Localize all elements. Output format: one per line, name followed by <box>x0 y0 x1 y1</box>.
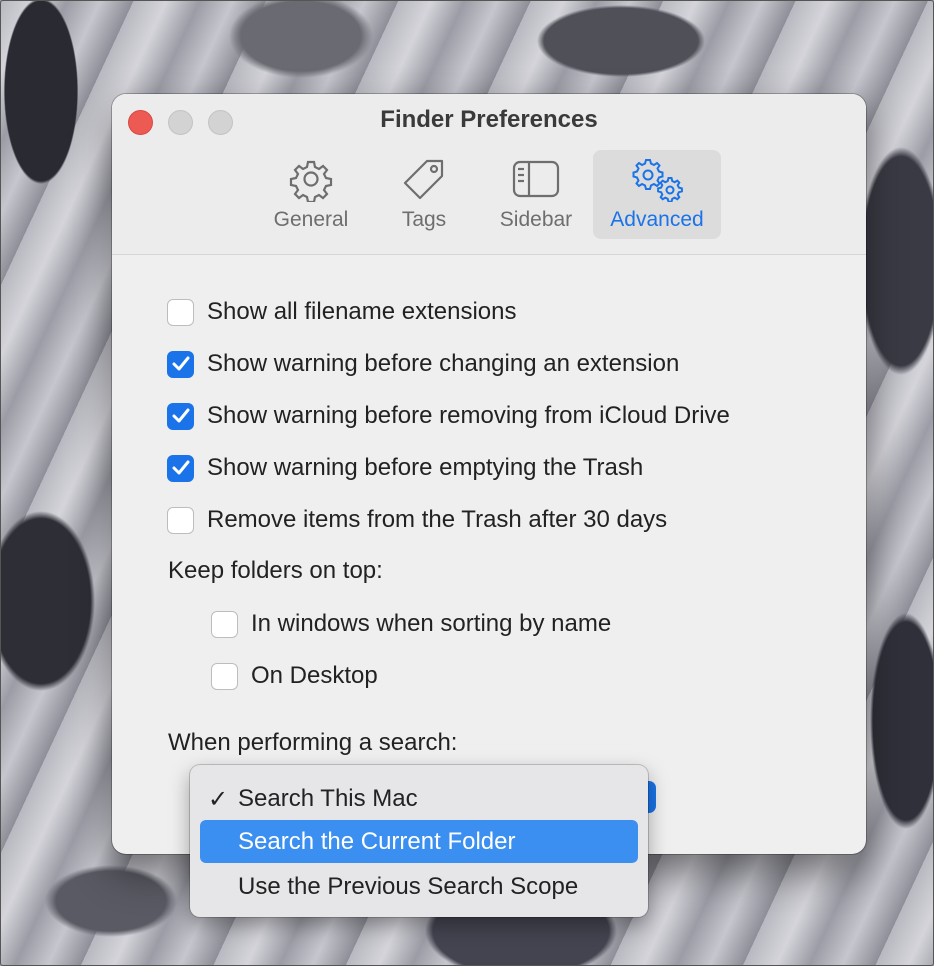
option-label: Show warning before emptying the Trash <box>207 454 644 481</box>
option-label: In windows when sorting by name <box>251 610 612 637</box>
option-warn-empty-trash[interactable]: Show warning before emptying the Trash <box>167 453 643 483</box>
checkbox[interactable] <box>167 454 194 482</box>
option-show-extensions[interactable]: Show all filename extensions <box>167 297 517 327</box>
gears-icon <box>632 159 683 202</box>
tab-advanced[interactable]: Advanced <box>593 150 721 239</box>
tag-icon <box>403 159 444 200</box>
keep-folders-heading: Keep folders on top: <box>168 557 383 584</box>
option-warn-change-extension[interactable]: Show warning before changing an extensio… <box>167 349 679 379</box>
checkmark-icon <box>172 356 189 371</box>
menu-item-search-this-mac[interactable]: ✓ Search This Mac <box>200 777 638 820</box>
option-label: On Desktop <box>251 662 378 689</box>
option-folders-top-desktop[interactable]: On Desktop <box>211 661 378 691</box>
toolbar: Finder Preferences General Tags Sidebar … <box>112 94 866 255</box>
checkbox[interactable] <box>211 610 238 638</box>
checkbox[interactable] <box>167 402 194 430</box>
gear-icon <box>289 160 333 202</box>
option-label: Remove items from the Trash after 30 day… <box>207 506 668 533</box>
option-label: Show all filename extensions <box>207 298 517 325</box>
option-folders-top-windows[interactable]: In windows when sorting by name <box>211 609 611 639</box>
option-label: Show warning before removing from iCloud… <box>207 402 730 429</box>
tab-general[interactable]: General <box>259 150 363 239</box>
checkmark-icon <box>172 460 189 475</box>
finder-preferences-window: Finder Preferences General Tags Sidebar … <box>112 94 866 854</box>
menu-item-label: Search the Current Folder <box>238 827 516 855</box>
tab-label: Tags <box>401 208 447 231</box>
checkbox[interactable] <box>211 662 238 690</box>
checkbox[interactable] <box>167 298 194 326</box>
tab-sidebar[interactable]: Sidebar <box>484 150 588 239</box>
checkbox[interactable] <box>167 350 194 378</box>
checkmark-icon: ✓ <box>208 786 229 813</box>
menu-item-label: Search This Mac <box>238 784 418 812</box>
search-scope-menu: ✓ Search This Mac Search the Current Fol… <box>190 765 648 917</box>
option-label: Show warning before changing an extensio… <box>207 350 680 377</box>
search-heading: When performing a search: <box>168 729 458 756</box>
sidebar-icon <box>512 160 560 198</box>
tab-tags[interactable]: Tags <box>374 150 474 239</box>
option-warn-icloud[interactable]: Show warning before removing from iCloud… <box>167 401 730 431</box>
menu-item-search-current-folder[interactable]: Search the Current Folder <box>200 820 638 863</box>
menu-item-previous-search-scope[interactable]: Use the Previous Search Scope <box>200 865 638 908</box>
checkbox[interactable] <box>167 506 194 534</box>
option-remove-trash-30-days[interactable]: Remove items from the Trash after 30 day… <box>167 505 667 535</box>
window-title: Finder Preferences <box>380 106 598 133</box>
menu-item-label: Use the Previous Search Scope <box>238 872 579 900</box>
checkmark-icon <box>172 408 189 423</box>
tab-label: Advanced <box>610 208 704 231</box>
tab-label: General <box>273 208 349 231</box>
tab-label: Sidebar <box>499 208 573 231</box>
